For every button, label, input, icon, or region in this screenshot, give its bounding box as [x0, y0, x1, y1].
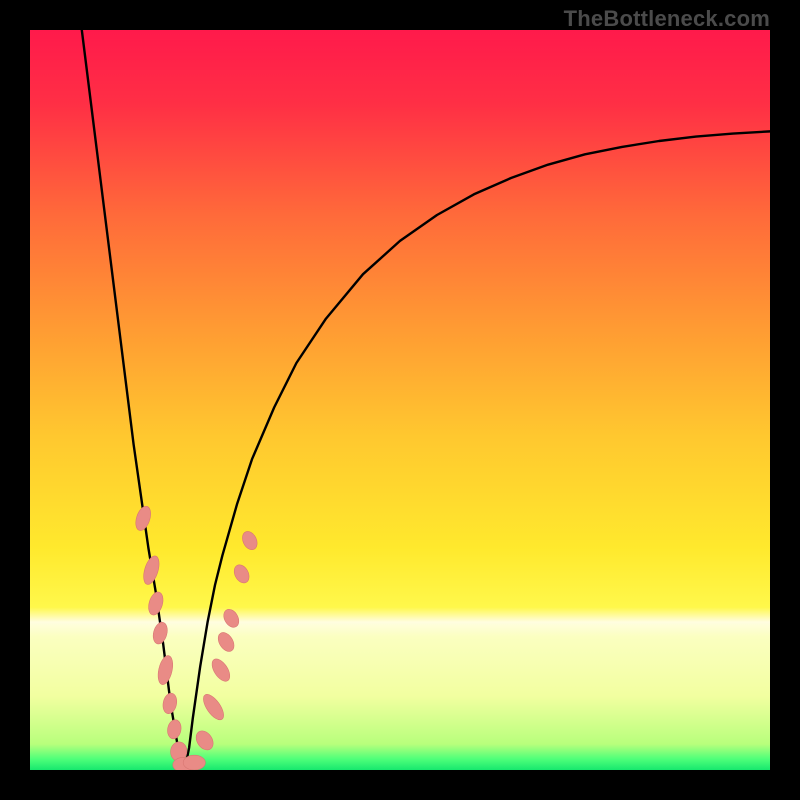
data-marker-2 — [146, 590, 165, 616]
data-marker-16 — [240, 529, 260, 552]
chart-frame: TheBottleneck.com — [0, 0, 800, 800]
data-marker-3 — [151, 621, 170, 646]
data-marker-13 — [215, 630, 237, 655]
marker-layer — [133, 504, 260, 770]
data-marker-4 — [156, 654, 176, 686]
data-marker-10 — [193, 728, 217, 753]
data-marker-14 — [221, 607, 242, 630]
data-marker-1 — [141, 554, 162, 586]
data-marker-9 — [183, 755, 205, 770]
data-marker-6 — [166, 719, 182, 740]
chart-svg — [30, 30, 770, 770]
data-marker-15 — [231, 562, 252, 585]
watermark-text: TheBottleneck.com — [564, 6, 770, 32]
data-marker-5 — [161, 692, 178, 715]
curve-right-branch — [185, 131, 770, 766]
data-marker-12 — [208, 656, 233, 684]
data-marker-0 — [133, 504, 153, 532]
plot-area — [30, 30, 770, 770]
data-marker-11 — [200, 691, 228, 723]
